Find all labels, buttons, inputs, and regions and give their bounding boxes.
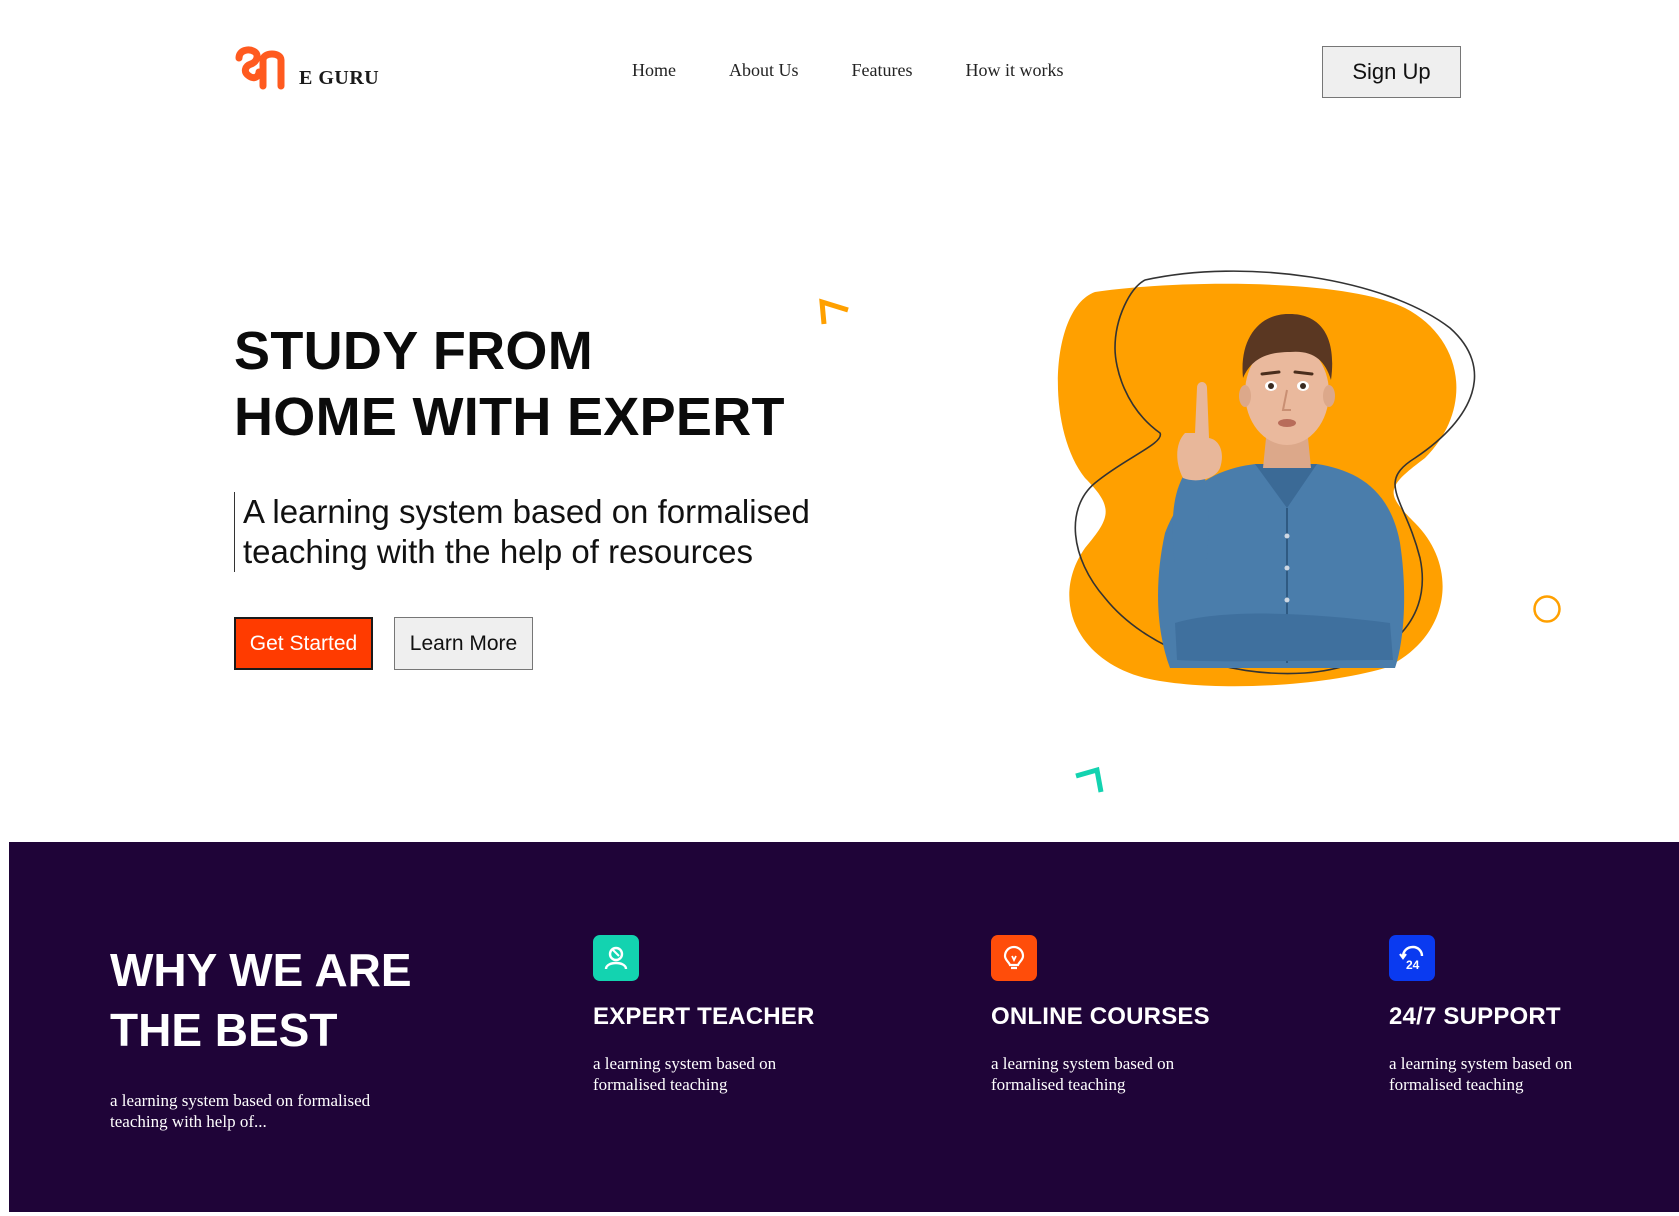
brand-logo[interactable]: E GURU [235,46,379,92]
brand-name: E GURU [299,67,380,89]
orange-circle-deco [1533,595,1561,623]
hero-subtitle-line-1: A learning system based on formalised [243,493,810,530]
feature-text-expert-teacher: a learning system based on formalised te… [593,1054,777,1094]
nav-features[interactable]: Features [852,60,913,81]
hero-title: STUDY FROM HOME WITH EXPERT [234,318,785,450]
lightbulb-icon [991,935,1037,981]
svg-text:24: 24 [1406,958,1420,972]
nav-about-us[interactable]: About Us [729,60,799,81]
nav-how-it-works[interactable]: How it works [966,60,1064,81]
get-started-button[interactable]: Get Started [234,617,373,670]
feature-online-courses: ONLINE COURSES a learning system based o… [991,935,1291,1095]
feature-expert-teacher: EXPERT TEACHER a learning system based o… [593,935,893,1095]
logo-mark-icon [235,46,285,90]
hero-title-line-1: STUDY FROM [234,321,594,381]
feature-title-support: 24/7 SUPPORT [1389,1003,1561,1030]
why-title-line-1: WHY WE ARE [110,944,412,996]
hero-illustration [1057,270,1476,687]
support-24-icon: 24 [1389,935,1435,981]
hero-subtitle: A learning system based on formalised te… [234,492,810,572]
main-nav: Home About Us Features How it works [632,60,1117,81]
learn-more-button[interactable]: Learn More [394,617,533,670]
hero-title-line-2: HOME WITH EXPERT [234,387,785,447]
hero-subtitle-line-2: teaching with the help of resources [243,533,753,570]
why-title-line-2: THE BEST [110,1004,338,1056]
feature-text-support: a learning system based on formalised te… [1389,1054,1573,1094]
feature-support: 24 24/7 SUPPORT a learning system based … [1389,935,1679,1095]
why-description: a learning system based on formalised te… [110,1091,371,1131]
why-title: WHY WE ARE THE BEST [110,940,412,1060]
feature-title-online-courses: ONLINE COURSES [991,1003,1210,1030]
teacher-icon [593,935,639,981]
sign-up-button[interactable]: Sign Up [1322,46,1461,98]
nav-home[interactable]: Home [632,60,676,81]
orange-chevron-deco [819,298,849,325]
feature-title-expert-teacher: EXPERT TEACHER [593,1003,815,1030]
teal-chevron-deco [1075,766,1104,793]
feature-text-online-courses: a learning system based on formalised te… [991,1054,1175,1094]
